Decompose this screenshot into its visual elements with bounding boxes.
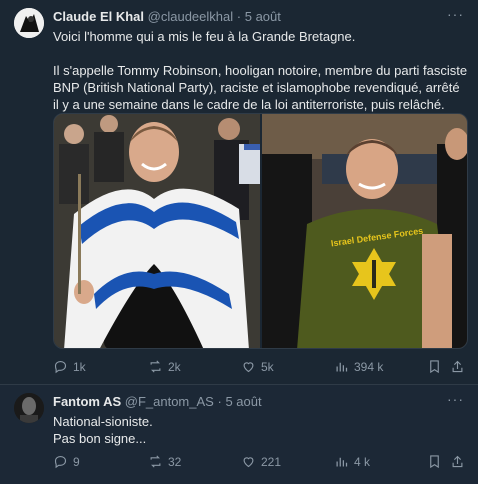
- reply-separator-dot: ·: [217, 394, 222, 409]
- photo-man-idf-shirt[interactable]: Israel Defense Forces: [261, 114, 467, 348]
- more-options-icon[interactable]: ···: [447, 6, 464, 22]
- reply-date[interactable]: 5 août: [225, 394, 261, 409]
- reply-reply-count: 9: [73, 454, 80, 469]
- views-icon: [336, 457, 348, 467]
- author-name[interactable]: Claude El Khal: [53, 9, 144, 24]
- retweet-icon: [150, 455, 161, 468]
- reply-count: 1k: [73, 359, 86, 374]
- reply-icon: [54, 360, 67, 374]
- reply-icon: [54, 455, 67, 469]
- author-avatar[interactable]: [14, 8, 44, 38]
- reply-avatar-image: [14, 393, 44, 423]
- reply-reply-button[interactable]: 9: [53, 454, 80, 469]
- photo-man-with-flag[interactable]: [54, 114, 260, 348]
- bookmark-button[interactable]: [427, 359, 442, 374]
- reply-author-name[interactable]: Fantom AS: [53, 394, 121, 409]
- reply-views-count: 4 k: [354, 454, 371, 469]
- bookmark-icon: [430, 455, 439, 469]
- reply-views-button[interactable]: 4 k: [334, 454, 370, 469]
- views-count: 394 k: [354, 359, 384, 374]
- share-button[interactable]: [450, 359, 465, 374]
- reply-button[interactable]: 1k: [53, 359, 86, 374]
- reply-author-handle[interactable]: @F_antom_AS: [125, 394, 214, 409]
- tweet-date[interactable]: 5 août: [245, 9, 281, 24]
- reply-share-button[interactable]: [450, 454, 465, 469]
- reply-actions: 9 32 221 4 k: [53, 454, 468, 472]
- reply-header: Fantom AS @F_antom_AS · 5 août: [53, 394, 262, 409]
- avatar-image: [14, 8, 44, 38]
- heart-icon: [243, 362, 254, 373]
- retweet-button[interactable]: 2k: [148, 359, 181, 374]
- views-button[interactable]: 394 k: [334, 359, 383, 374]
- photo-right-illustration: [261, 114, 467, 348]
- retweet-icon: [150, 360, 161, 373]
- reply-bookmark-button[interactable]: [427, 454, 442, 469]
- heart-icon: [243, 457, 254, 468]
- author-handle[interactable]: @claudeelkhal: [148, 9, 233, 24]
- reply-avatar[interactable]: [14, 393, 44, 423]
- views-icon: [336, 362, 348, 372]
- share-icon: [452, 360, 463, 373]
- separator-dot: ·: [236, 9, 242, 24]
- reply-retweet-count: 32: [168, 454, 182, 469]
- tweet-header: Claude El Khal @claudeelkhal · 5 août: [53, 9, 281, 24]
- like-count: 5k: [261, 359, 274, 374]
- tweet-media[interactable]: Israel Defense Forces: [53, 113, 468, 349]
- retweet-count: 2k: [168, 359, 181, 374]
- reply-more-options-icon[interactable]: ···: [447, 391, 464, 407]
- bookmark-icon: [430, 360, 439, 374]
- reply-like-button[interactable]: 221: [241, 454, 281, 469]
- reply-like-count: 221: [261, 454, 282, 469]
- reply-text: National-sioniste. Pas bon signe...: [53, 413, 468, 447]
- like-button[interactable]: 5k: [241, 359, 274, 374]
- reply-line1: National-sioniste.: [53, 414, 153, 429]
- tweet-actions: 1k 2k 5k 394 k: [53, 359, 468, 377]
- photo-left-illustration: [54, 114, 260, 348]
- main-tweet[interactable]: Claude El Khal @claudeelkhal · 5 août ··…: [0, 0, 478, 384]
- reply-retweet-button[interactable]: 32: [148, 454, 181, 469]
- tweet-text-line1: Voici l'homme qui a mis le feu à la Gran…: [53, 29, 356, 44]
- share-icon: [452, 455, 463, 468]
- reply-line2: Pas bon signe...: [53, 431, 147, 446]
- tweet-text-line2: Il s'appelle Tommy Robinson, hooligan no…: [53, 63, 468, 112]
